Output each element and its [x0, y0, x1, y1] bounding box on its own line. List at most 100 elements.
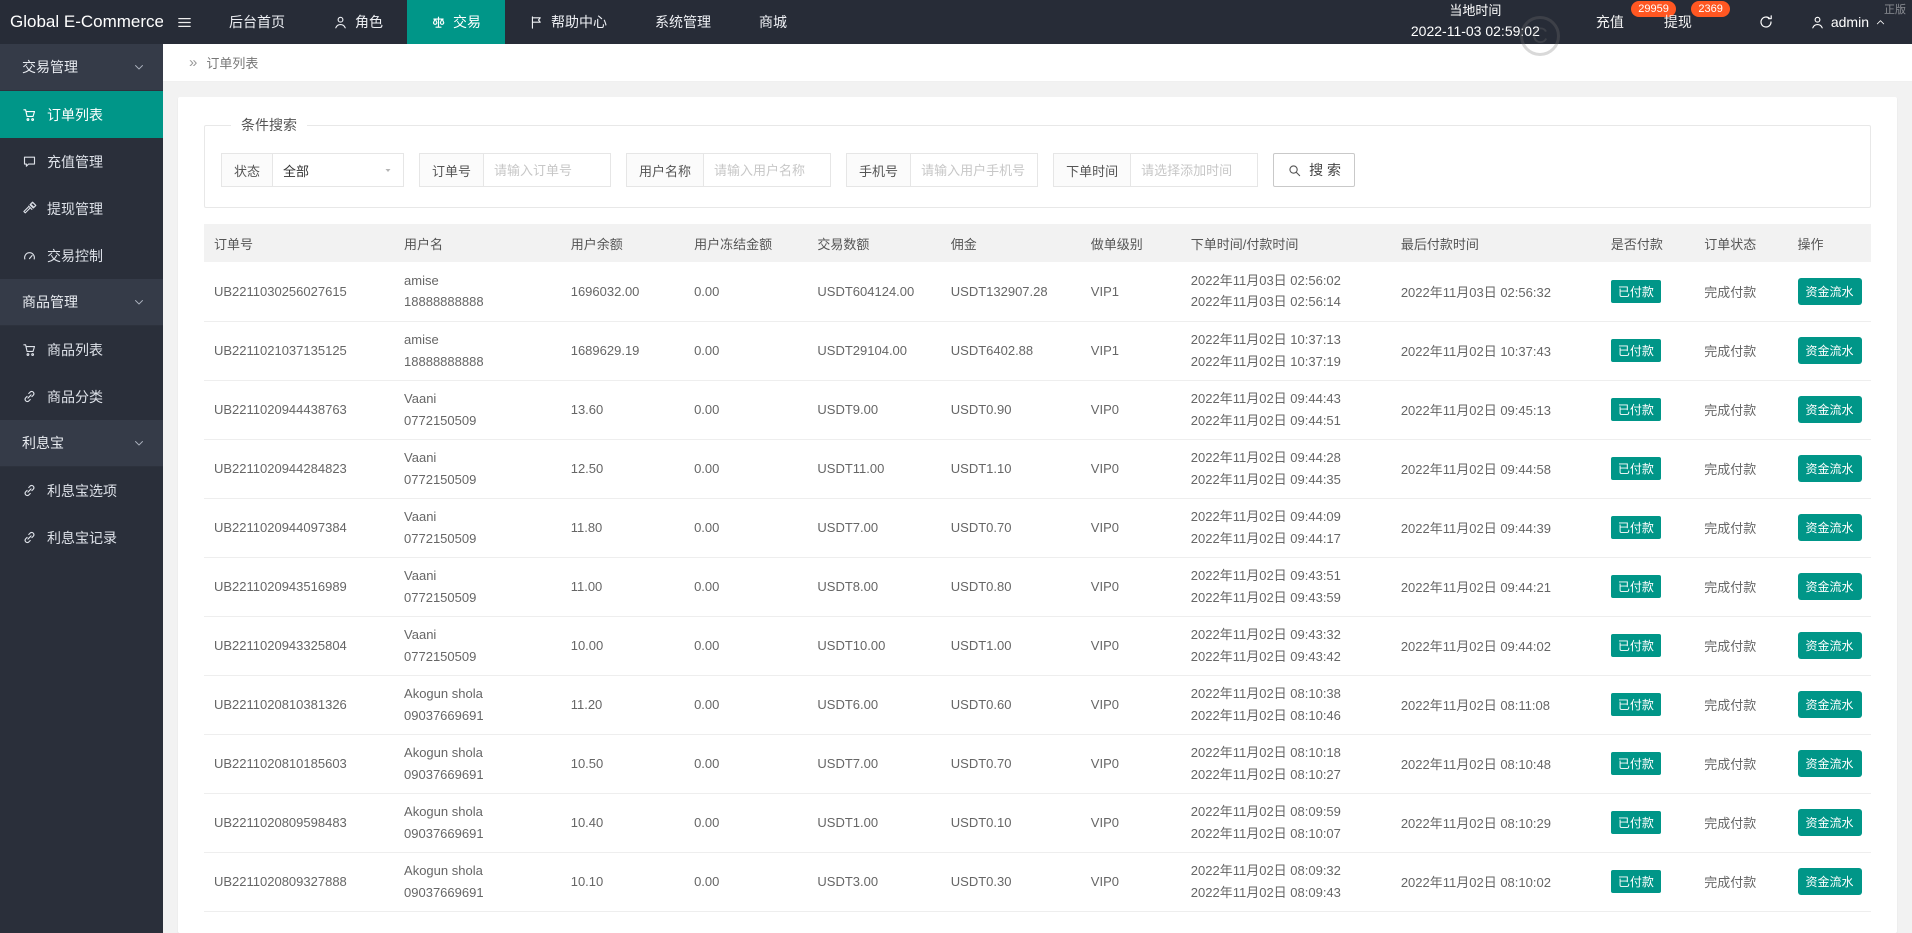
column-header-佣金: 佣金: [940, 224, 1081, 262]
sidebar-item-交易控制[interactable]: 交易控制: [0, 232, 163, 279]
funds-flow-button[interactable]: 资金流水: [1797, 337, 1862, 364]
order-time: 2022年11月02日 09:44:28: [1190, 450, 1341, 466]
hamburger-icon[interactable]: [163, 0, 205, 44]
cell-amount: USDT7.00: [807, 734, 941, 794]
sidebar-item-订单列表[interactable]: 订单列表: [0, 91, 163, 138]
paid-status-badge: 已付款: [1610, 870, 1661, 893]
funds-flow-button[interactable]: 资金流水: [1797, 691, 1862, 718]
cell-order-no: UB2211021037135125: [204, 321, 395, 381]
sidebar-group-商品管理[interactable]: 商品管理: [0, 279, 163, 326]
cell-commission: USDT0.30: [940, 852, 1081, 912]
cell-action: 资金流水: [1787, 380, 1871, 440]
topbar-right: 当地时间 2022-11-03 02:59:02 充值 29959 提现 2369 a…: [1411, 0, 1912, 44]
link-icon: [22, 389, 37, 404]
search-input-订单号[interactable]: [494, 162, 601, 178]
cell-action: 资金流水: [1787, 675, 1871, 735]
cell-action: 资金流水: [1787, 439, 1871, 499]
cell-level: VIP0: [1080, 675, 1181, 735]
status-select[interactable]: 全部: [272, 153, 405, 187]
cell-commission: USDT1.00: [940, 616, 1081, 676]
funds-flow-button[interactable]: 资金流水: [1797, 396, 1862, 423]
flag-icon: [529, 15, 544, 30]
cell-commission: USDT0.60: [940, 675, 1081, 735]
nav-item-系统管理[interactable]: 系统管理: [631, 0, 735, 44]
sidebar-group-利息宝[interactable]: 利息宝: [0, 420, 163, 467]
top-action-label: 提现: [1663, 14, 1692, 30]
cell-user: amise 18888888888: [394, 262, 561, 322]
cell-commission: USDT0.10: [940, 793, 1081, 853]
nav-item-商城[interactable]: 商城: [735, 0, 811, 44]
pay-time: 2022年11月02日 10:37:19: [1190, 353, 1341, 369]
nav-item-后台首页[interactable]: 后台首页: [205, 0, 309, 44]
sidebar-item-商品列表[interactable]: 商品列表: [0, 326, 163, 373]
cell-order-pay-time: 2022年11月02日 09:44:09 2022年11月02日 09:44:17: [1180, 498, 1391, 558]
user-phone: 0772150509: [404, 589, 477, 605]
funds-flow-button[interactable]: 资金流水: [1797, 632, 1862, 659]
paid-status-badge: 已付款: [1610, 693, 1661, 716]
cell-action: 资金流水: [1787, 793, 1871, 853]
column-header-最后付款时间: 最后付款时间: [1390, 224, 1601, 262]
cell-balance: 10.00: [560, 616, 685, 676]
sidebar-group-label: 商品管理: [22, 294, 78, 310]
cell-level: VIP1: [1080, 262, 1181, 322]
table-row: UB2211020809327888 Akogun shola 0903766969…: [204, 852, 1871, 912]
cell-balance: 11.00: [560, 557, 685, 617]
order-time: 2022年11月03日 02:56:02: [1190, 272, 1341, 288]
paid-status-badge: 已付款: [1610, 339, 1661, 362]
cell-order-pay-time: 2022年11月03日 02:56:02 2022年11月03日 02:56:14: [1180, 262, 1391, 322]
search-input-用户名称[interactable]: [714, 162, 821, 178]
sidebar-item-提现管理[interactable]: 提现管理: [0, 185, 163, 232]
cell-balance: 1689629.19: [560, 321, 685, 381]
user-menu[interactable]: admin: [1788, 14, 1898, 30]
nav-item-交易[interactable]: 交易: [407, 0, 505, 44]
funds-flow-button[interactable]: 资金流水: [1797, 573, 1862, 600]
table-row: UB2211020810185603 Akogun shola 0903766969…: [204, 734, 1871, 794]
topbar: Global E-Commerce... 后台首页 角色 交易 帮助中心 系统管理 商城 …: [0, 0, 1912, 44]
funds-flow-button[interactable]: 资金流水: [1797, 455, 1862, 482]
funds-flow-button[interactable]: 资金流水: [1797, 277, 1862, 305]
sidebar-group-label: 交易管理: [22, 59, 78, 75]
sidebar-item-利息宝选项[interactable]: 利息宝选项: [0, 467, 163, 514]
funds-flow-button[interactable]: 资金流水: [1797, 809, 1862, 836]
refresh-icon[interactable]: [1744, 14, 1788, 30]
breadcrumb: » 订单列表: [163, 44, 1912, 82]
cell-amount: USDT8.00: [807, 557, 941, 617]
table-row: UB2211021037135125 amise 18888888888 168962…: [204, 321, 1871, 381]
cell-order-status: 完成付款: [1694, 262, 1788, 322]
sidebar-item-利息宝记录[interactable]: 利息宝记录: [0, 514, 163, 561]
comment-icon: [22, 154, 37, 169]
cell-order-no: UB2211020944097384: [204, 498, 395, 558]
search-input-手机号[interactable]: [921, 162, 1028, 178]
search-field-label: 状态: [221, 153, 273, 187]
pay-time: 2022年11月02日 09:43:42: [1190, 648, 1341, 664]
sidebar-item-商品分类[interactable]: 商品分类: [0, 373, 163, 420]
top-action-提现[interactable]: 提现 2369: [1650, 0, 1730, 44]
search-input-wrap: [1130, 153, 1259, 187]
user-phone: 18888888888: [404, 294, 484, 310]
top-action-充值[interactable]: 充值 29959: [1582, 0, 1676, 44]
search-button[interactable]: 搜 索: [1273, 153, 1355, 187]
paid-status-badge: 已付款: [1610, 516, 1661, 539]
cart-icon: [22, 107, 37, 122]
funds-flow-button[interactable]: 资金流水: [1797, 750, 1862, 777]
user-phone: 0772150509: [404, 648, 477, 664]
sidebar-item-充值管理[interactable]: 充值管理: [0, 138, 163, 185]
cell-level: VIP0: [1080, 498, 1181, 558]
nav-item-帮助中心[interactable]: 帮助中心: [505, 0, 631, 44]
funds-flow-button[interactable]: 资金流水: [1797, 868, 1862, 895]
table-row: UB2211020943516989 Vaani 0772150509 11.00 0.…: [204, 557, 1871, 617]
funds-flow-button[interactable]: 资金流水: [1797, 514, 1862, 541]
cell-paid: 已付款: [1600, 439, 1695, 499]
user-phone: 0772150509: [404, 530, 477, 546]
sidebar-item-label: 交易控制: [47, 247, 103, 264]
cell-last-pay-time: 2022年11月02日 09:44:39: [1390, 498, 1601, 558]
user-name: Vaani: [404, 391, 437, 407]
cell-balance: 11.80: [560, 498, 685, 558]
table-row: UB2211020809598483 Akogun shola 0903766969…: [204, 793, 1871, 853]
order-time: 2022年11月02日 09:43:32: [1190, 627, 1341, 643]
search-input-下单时间[interactable]: [1141, 162, 1248, 178]
notification-badge: 2369: [1691, 1, 1730, 17]
nav-item-角色[interactable]: 角色: [309, 0, 407, 44]
cell-order-no: UB2211020810381326: [204, 675, 395, 735]
sidebar-group-交易管理[interactable]: 交易管理: [0, 44, 163, 91]
